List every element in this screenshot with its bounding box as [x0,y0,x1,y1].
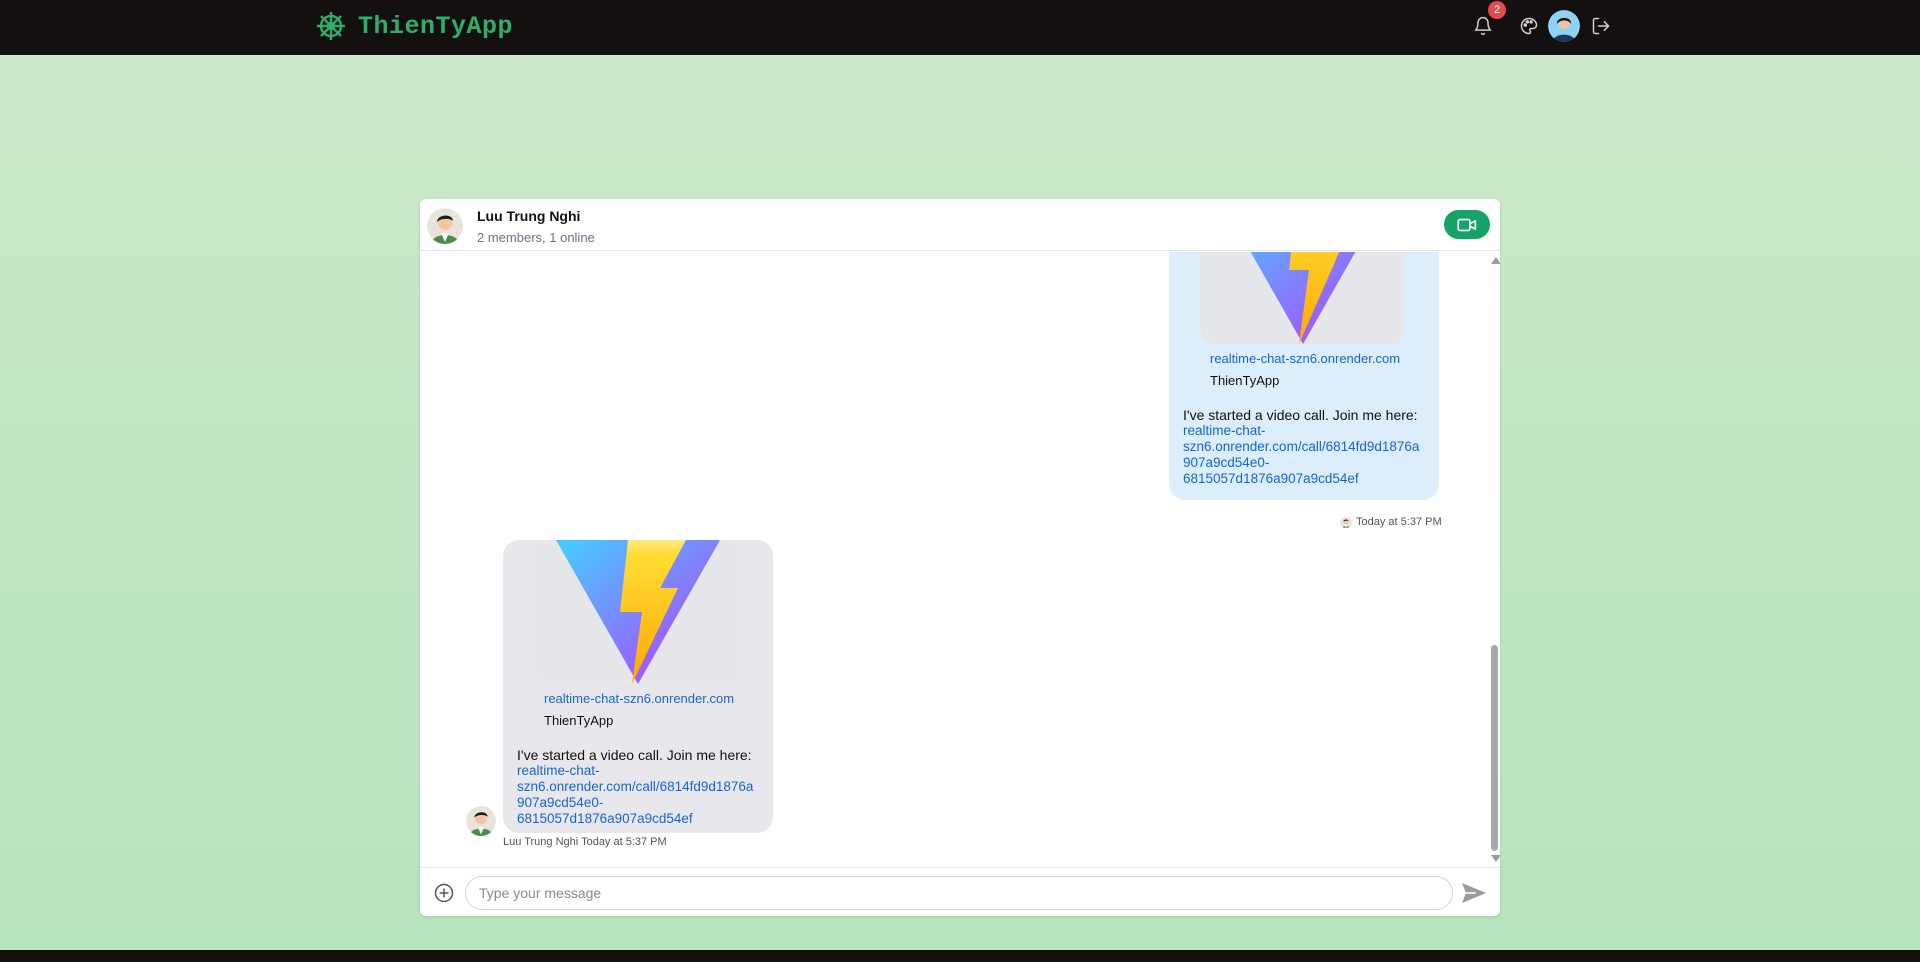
dharma-wheel-icon [316,11,346,41]
link-preview-site: ThienTyApp [544,713,614,728]
call-link-line: realtime-chat- [517,763,600,778]
member-status: 2 members, 1 online [477,230,595,245]
theme-button[interactable] [1514,8,1544,44]
scroll-thumb[interactable] [1491,645,1498,851]
call-link-line: realtime-chat- [1183,423,1266,438]
video-camera-icon [1457,217,1477,233]
read-receipt-avatar [1340,516,1352,528]
message-text: I've started a video call. Join me here: [517,747,752,763]
call-link-line: 6815057d1876a907a9cd54ef [1183,471,1359,486]
sender-meta: Luu Trung Nghi Today at 5:37 PM [503,836,667,848]
nav-actions: 2 [1466,1,1616,44]
brand[interactable]: ThienTyApp [316,8,513,44]
sender-avatar[interactable] [466,806,496,836]
message-list[interactable]: realtime-chat-szn6.onrender.com ThienTyA… [420,252,1500,867]
send-icon [1462,883,1486,903]
top-navbar: ThienTyApp 2 [0,0,1920,55]
call-link-line: 907a9cd54e0- [1183,455,1270,470]
notification-badge: 2 [1488,1,1506,19]
scroll-down-arrow[interactable] [1491,855,1500,862]
message-composer [420,867,1500,916]
call-link-line: 6815057d1876a907a9cd54ef [517,811,693,826]
message-incoming: realtime-chat-szn6.onrender.com ThienTyA… [503,540,773,833]
video-call-button[interactable] [1444,210,1490,239]
bell-icon [1473,15,1493,37]
message-scrollbar[interactable] [1488,252,1500,867]
send-button[interactable] [1460,881,1488,905]
page-background: Luu Trung Nghi 2 members, 1 online realt… [0,55,1920,950]
link-preview-image[interactable] [536,540,740,684]
scroll-up-arrow[interactable] [1491,257,1500,264]
notifications-button[interactable]: 2 [1468,1,1506,44]
contact-avatar[interactable] [427,208,463,244]
link-preview-domain[interactable]: realtime-chat-szn6.onrender.com [1210,351,1400,366]
logout-icon [1591,16,1611,36]
message-input[interactable] [465,876,1453,910]
call-link[interactable]: realtime-chat- szn6.onrender.com/call/68… [517,763,757,827]
message-text: I've started a video call. Join me here: [1183,407,1418,423]
call-link[interactable]: realtime-chat- szn6.onrender.com/call/68… [1183,423,1423,487]
link-preview-domain[interactable]: realtime-chat-szn6.onrender.com [544,691,734,706]
link-preview-image[interactable] [1201,252,1405,344]
palette-icon [1519,16,1539,36]
bottom-bar [0,950,1920,962]
chat-window: Luu Trung Nghi 2 members, 1 online realt… [420,199,1500,916]
message-outgoing: realtime-chat-szn6.onrender.com ThienTyA… [1169,252,1439,500]
link-preview-site: ThienTyApp [1210,373,1280,388]
call-link-line: 907a9cd54e0- [517,795,604,810]
user-avatar-button[interactable] [1546,8,1582,44]
add-attachment-button[interactable] [434,883,454,903]
logout-button[interactable] [1586,8,1616,44]
call-link-line: szn6.onrender.com/call/6814fd9d1876a [517,779,754,794]
contact-name: Luu Trung Nghi [477,208,581,224]
brand-title: ThienTyApp [358,11,514,41]
plus-circle-icon [434,883,454,903]
avatar [1548,10,1580,42]
chat-header: Luu Trung Nghi 2 members, 1 online [420,199,1500,251]
message-timestamp: Today at 5:37 PM [581,836,667,848]
message-timestamp: Today at 5:37 PM [1356,516,1442,528]
call-link-line: szn6.onrender.com/call/6814fd9d1876a [1183,439,1420,454]
sender-name: Luu Trung Nghi [503,836,579,848]
